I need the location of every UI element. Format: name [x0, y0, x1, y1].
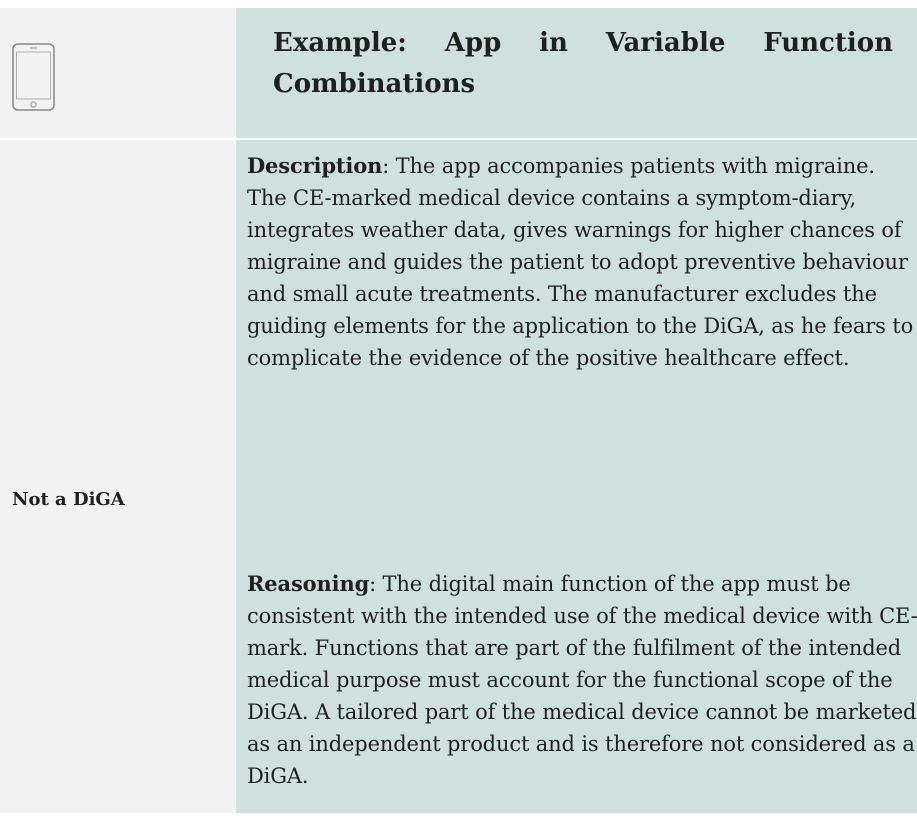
- description-text: : The app accompanies patients with migr…: [247, 154, 914, 370]
- description-label: Description: [247, 153, 383, 178]
- reasoning-label: Reasoning: [247, 571, 370, 596]
- verdict-cell: [0, 140, 235, 813]
- reasoning-paragraph: Reasoning: The digital main function of …: [247, 568, 917, 792]
- verdict-label: Not a DiGA: [12, 489, 125, 510]
- description-paragraph: Description: The app accompanies patient…: [247, 150, 917, 374]
- icon-cell: [0, 8, 235, 138]
- reasoning-text: : The digital main function of the app m…: [247, 572, 917, 788]
- page-title: Example: App in Variable Function Combin…: [273, 28, 893, 99]
- tablet-icon: [12, 43, 55, 111]
